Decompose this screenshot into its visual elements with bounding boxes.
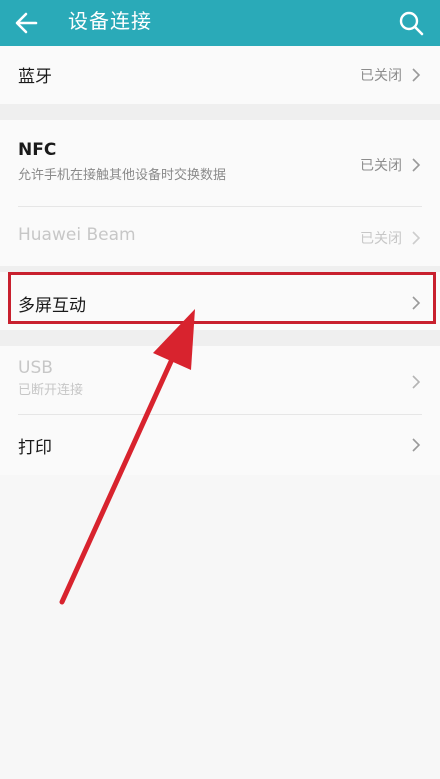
setting-row-nfc[interactable]: NFC 允许手机在接触其他设备时交换数据 已关闭 bbox=[18, 120, 422, 207]
setting-row-usb[interactable]: USB 已断开连接 bbox=[18, 346, 422, 415]
chevron-right-icon bbox=[412, 231, 421, 245]
chevron-right-icon bbox=[412, 375, 421, 389]
chevron-right-icon bbox=[412, 68, 421, 82]
status-text: 已关闭 bbox=[360, 158, 402, 174]
section-usb-print: USB 已断开连接 打印 bbox=[0, 346, 440, 475]
setting-row-multiscreen[interactable]: 多屏互动 bbox=[18, 272, 422, 330]
setting-row-bluetooth[interactable]: 蓝牙 已关闭 bbox=[18, 46, 422, 104]
section-nfc: NFC 允许手机在接触其他设备时交换数据 已关闭 Huawei Beam 已关闭 bbox=[0, 120, 440, 266]
status-text: 已关闭 bbox=[360, 231, 402, 247]
setting-row-huawei-beam[interactable]: Huawei Beam 已关闭 bbox=[18, 207, 422, 266]
setting-label: 蓝牙 bbox=[18, 67, 52, 87]
section-gap bbox=[0, 104, 440, 120]
chevron-right-icon bbox=[412, 296, 421, 310]
section-multiscreen: 多屏互动 bbox=[0, 272, 440, 330]
search-icon[interactable] bbox=[396, 8, 426, 38]
setting-row-print[interactable]: 打印 bbox=[18, 415, 422, 475]
setting-label: USB bbox=[18, 358, 53, 378]
app-header: 设备连接 bbox=[0, 0, 440, 46]
chevron-right-icon bbox=[412, 438, 421, 452]
setting-description: 已断开连接 bbox=[18, 383, 84, 398]
section-bluetooth: 蓝牙 已关闭 bbox=[0, 46, 440, 104]
settings-list: 蓝牙 已关闭 NFC 允许手机在接触其他设备时交换数据 已关闭 Huawei B… bbox=[0, 46, 440, 475]
setting-label: 多屏互动 bbox=[18, 296, 86, 316]
page-title: 设备连接 bbox=[68, 9, 152, 33]
setting-description: 允许手机在接触其他设备时交换数据 bbox=[18, 168, 227, 183]
setting-label: 打印 bbox=[18, 438, 52, 458]
back-arrow-icon[interactable] bbox=[12, 8, 42, 38]
status-text: 已关闭 bbox=[360, 68, 402, 84]
section-gap bbox=[0, 330, 440, 346]
setting-label: NFC bbox=[18, 140, 57, 160]
chevron-right-icon bbox=[412, 158, 421, 172]
setting-label: Huawei Beam bbox=[18, 225, 136, 245]
